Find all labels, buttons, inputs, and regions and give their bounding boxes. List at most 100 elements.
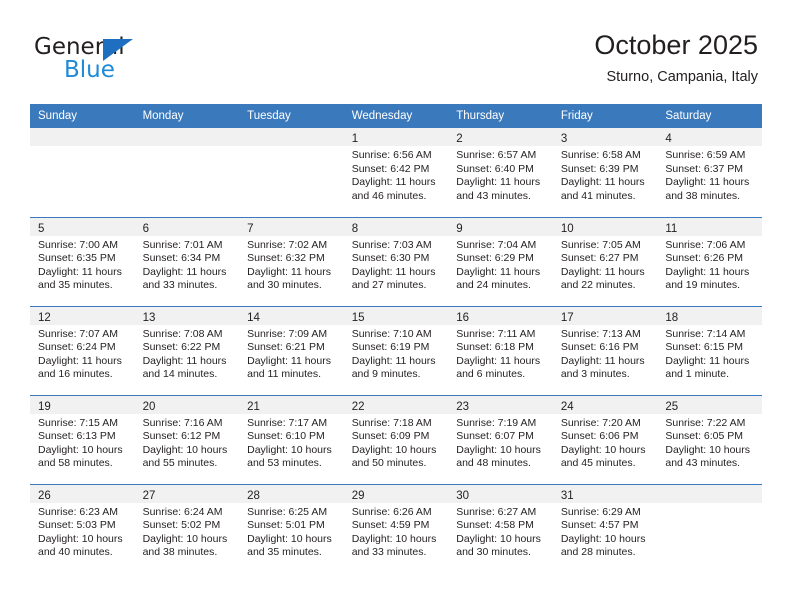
day-number-band: 12 [30, 306, 135, 325]
sunrise-text: Sunrise: 6:26 AM [351, 505, 432, 518]
day-details: Sunrise: 6:25 AM Sunset: 5:01 PM Dayligh… [239, 503, 344, 560]
day-cell[interactable]: 26 Sunrise: 6:23 AM Sunset: 5:03 PM Dayl… [30, 483, 135, 574]
day-cell[interactable]: 14 Sunrise: 7:09 AM Sunset: 6:21 PM Dayl… [239, 305, 344, 395]
daylight-text-line2: and 33 minutes. [142, 279, 218, 292]
sunrise-text: Sunrise: 6:24 AM [142, 505, 223, 518]
day-cell[interactable]: 17 Sunrise: 7:13 AM Sunset: 6:16 PM Dayl… [552, 305, 658, 395]
day-number: 28 [247, 489, 260, 502]
weekday-header-row: Sunday Monday Tuesday Wednesday Thursday… [30, 104, 762, 128]
day-cell[interactable]: 24 Sunrise: 7:20 AM Sunset: 6:06 PM Dayl… [552, 394, 658, 484]
daylight-text-line1: Daylight: 11 hours [456, 265, 541, 278]
day-cell[interactable]: 19 Sunrise: 7:15 AM Sunset: 6:13 PM Dayl… [30, 394, 135, 484]
day-cell-inner [239, 128, 344, 217]
day-number-band: 15 [343, 306, 449, 325]
weekday-header-monday: Monday [134, 104, 240, 128]
day-cell-inner: 13 Sunrise: 7:08 AM Sunset: 6:22 PM Dayl… [134, 306, 240, 395]
day-number: 27 [142, 489, 156, 502]
day-details: Sunrise: 6:24 AM Sunset: 5:02 PM Dayligh… [135, 503, 240, 560]
day-cell[interactable]: 11 Sunrise: 7:06 AM Sunset: 6:26 PM Dayl… [657, 216, 762, 306]
day-cell[interactable] [30, 128, 135, 217]
day-details: Sunrise: 7:22 AM Sunset: 6:05 PM Dayligh… [657, 414, 762, 471]
day-cell-inner: 5 Sunrise: 7:00 AM Sunset: 6:35 PM Dayli… [30, 217, 135, 306]
calendar-week-row: 1 Sunrise: 6:56 AM Sunset: 6:42 PM Dayli… [30, 128, 762, 217]
day-details [239, 146, 344, 149]
day-cell-inner: 14 Sunrise: 7:09 AM Sunset: 6:21 PM Dayl… [239, 306, 344, 395]
day-cell[interactable]: 1 Sunrise: 6:56 AM Sunset: 6:42 PM Dayli… [343, 128, 449, 217]
day-details: Sunrise: 7:13 AM Sunset: 6:16 PM Dayligh… [553, 325, 658, 382]
day-number: 15 [351, 311, 365, 324]
daylight-text-line1: Daylight: 11 hours [351, 265, 436, 278]
day-number-band [239, 128, 344, 146]
daylight-text-line2: and 3 minutes. [560, 368, 630, 381]
sunrise-text: Sunrise: 6:29 AM [560, 505, 641, 518]
daylight-text-line1: Daylight: 10 hours [665, 443, 751, 456]
day-number-band: 30 [448, 484, 553, 503]
day-cell[interactable]: 5 Sunrise: 7:00 AM Sunset: 6:35 PM Dayli… [30, 216, 135, 306]
sunset-text: Sunset: 5:02 PM [142, 519, 221, 532]
day-cell-inner: 25 Sunrise: 7:22 AM Sunset: 6:05 PM Dayl… [657, 395, 762, 484]
day-cell[interactable]: 18 Sunrise: 7:14 AM Sunset: 6:15 PM Dayl… [657, 305, 762, 395]
day-cell[interactable]: 28 Sunrise: 6:25 AM Sunset: 5:01 PM Dayl… [239, 483, 344, 573]
day-number: 18 [665, 311, 679, 324]
sunrise-text: Sunrise: 7:00 AM [38, 238, 118, 251]
day-details: Sunrise: 7:07 AM Sunset: 6:24 PM Dayligh… [30, 325, 135, 382]
calendar-page: General Blue October 2025 Sturno, Campan… [0, 0, 792, 612]
day-cell[interactable]: 16 Sunrise: 7:11 AM Sunset: 6:18 PM Dayl… [448, 305, 553, 395]
sunset-text: Sunset: 6:19 PM [351, 341, 430, 354]
day-cell-inner: 27 Sunrise: 6:24 AM Sunset: 5:02 PM Dayl… [134, 484, 240, 574]
day-cell[interactable]: 4 Sunrise: 6:59 AM Sunset: 6:37 PM Dayli… [657, 128, 762, 217]
day-cell[interactable]: 9 Sunrise: 7:04 AM Sunset: 6:29 PM Dayli… [448, 216, 553, 306]
calendar-body: 1 Sunrise: 6:56 AM Sunset: 6:42 PM Dayli… [30, 128, 762, 573]
day-cell[interactable]: 25 Sunrise: 7:22 AM Sunset: 6:05 PM Dayl… [657, 394, 762, 484]
sunset-text: Sunset: 6:21 PM [247, 341, 325, 354]
day-details: Sunrise: 7:03 AM Sunset: 6:30 PM Dayligh… [344, 236, 449, 293]
daylight-text-line2: and 30 minutes. [456, 546, 531, 559]
day-number-band: 22 [343, 395, 449, 414]
daylight-text-line1: Daylight: 11 hours [560, 265, 645, 278]
day-cell[interactable]: 7 Sunrise: 7:02 AM Sunset: 6:32 PM Dayli… [239, 216, 344, 306]
day-number-band: 27 [134, 484, 240, 503]
day-cell[interactable]: 12 Sunrise: 7:07 AM Sunset: 6:24 PM Dayl… [30, 305, 135, 395]
day-cell[interactable]: 2 Sunrise: 6:57 AM Sunset: 6:40 PM Dayli… [448, 128, 553, 217]
day-cell[interactable]: 21 Sunrise: 7:17 AM Sunset: 6:10 PM Dayl… [239, 394, 344, 484]
sunrise-text: Sunrise: 6:59 AM [665, 149, 746, 161]
day-cell[interactable]: 3 Sunrise: 6:58 AM Sunset: 6:39 PM Dayli… [552, 128, 658, 217]
day-number: 4 [665, 133, 672, 145]
daylight-text-line1: Daylight: 10 hours [142, 443, 228, 456]
day-cell[interactable] [657, 483, 762, 573]
day-number: 31 [560, 489, 574, 502]
day-cell[interactable]: 13 Sunrise: 7:08 AM Sunset: 6:22 PM Dayl… [134, 305, 240, 395]
daylight-text-line1: Daylight: 11 hours [38, 265, 122, 278]
sunset-text: Sunset: 6:37 PM [665, 162, 744, 175]
day-cell[interactable]: 27 Sunrise: 6:24 AM Sunset: 5:02 PM Dayl… [134, 483, 240, 574]
sunrise-text: Sunrise: 7:22 AM [665, 416, 746, 429]
day-cell[interactable] [134, 128, 240, 217]
day-cell[interactable]: 6 Sunrise: 7:01 AM Sunset: 6:34 PM Dayli… [134, 216, 240, 306]
sunrise-text: Sunrise: 7:09 AM [247, 327, 328, 340]
day-cell[interactable]: 22 Sunrise: 7:18 AM Sunset: 6:09 PM Dayl… [343, 394, 449, 484]
day-cell[interactable]: 31 Sunrise: 6:29 AM Sunset: 4:57 PM Dayl… [552, 483, 658, 573]
day-number: 30 [456, 489, 470, 502]
day-number: 2 [456, 133, 463, 145]
sunrise-text: Sunrise: 6:23 AM [38, 505, 118, 518]
daylight-text-line1: Daylight: 10 hours [456, 443, 541, 456]
day-cell[interactable]: 15 Sunrise: 7:10 AM Sunset: 6:19 PM Dayl… [343, 305, 449, 395]
day-details: Sunrise: 6:26 AM Sunset: 4:59 PM Dayligh… [344, 503, 449, 560]
day-cell[interactable]: 30 Sunrise: 6:27 AM Sunset: 4:58 PM Dayl… [448, 483, 553, 573]
day-number: 17 [560, 311, 574, 324]
sunrise-text: Sunrise: 7:02 AM [247, 238, 328, 251]
day-details: Sunrise: 6:59 AM Sunset: 6:37 PM Dayligh… [657, 146, 762, 203]
sunset-text: Sunset: 5:03 PM [38, 519, 116, 532]
daylight-text-line2: and 19 minutes. [665, 279, 741, 292]
day-cell[interactable]: 10 Sunrise: 7:05 AM Sunset: 6:27 PM Dayl… [552, 216, 658, 306]
sunrise-text: Sunrise: 7:17 AM [247, 416, 328, 429]
day-cell[interactable]: 20 Sunrise: 7:16 AM Sunset: 6:12 PM Dayl… [134, 394, 240, 484]
day-cell[interactable] [239, 128, 344, 217]
day-cell-inner: 3 Sunrise: 6:58 AM Sunset: 6:39 PM Dayli… [552, 128, 658, 217]
day-cell[interactable]: 23 Sunrise: 7:19 AM Sunset: 6:07 PM Dayl… [448, 394, 553, 484]
day-number-band: 19 [30, 395, 135, 414]
day-cell[interactable]: 29 Sunrise: 6:26 AM Sunset: 4:59 PM Dayl… [343, 483, 449, 573]
day-cell-inner: 26 Sunrise: 6:23 AM Sunset: 5:03 PM Dayl… [30, 484, 135, 574]
day-cell[interactable]: 8 Sunrise: 7:03 AM Sunset: 6:30 PM Dayli… [343, 216, 449, 306]
day-cell-inner: 19 Sunrise: 7:15 AM Sunset: 6:13 PM Dayl… [30, 395, 135, 484]
